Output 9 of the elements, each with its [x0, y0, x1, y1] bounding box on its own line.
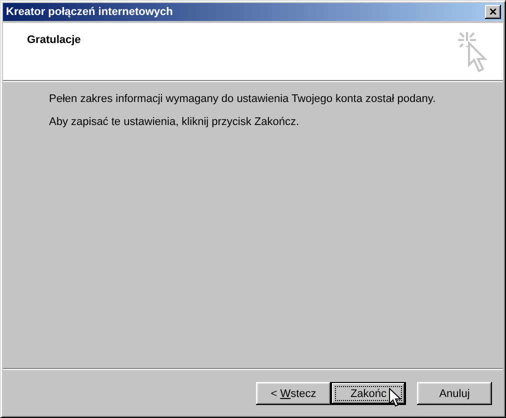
close-button[interactable]: ×: [485, 5, 501, 19]
dialog-button[interactable]: Zakońc: [331, 382, 406, 405]
page-title: Gratulacje: [27, 34, 81, 48]
info-text: Pełen zakres informacji wymagany do ustawienia Twojego konta został podany.: [49, 93, 437, 105]
dialog-button[interactable]: < Wstecz: [256, 382, 331, 405]
mouse-cursor-icon: [389, 388, 401, 407]
window-title: Kreator połączeń internetowych: [6, 6, 173, 18]
dialog-button[interactable]: Anuluj: [417, 382, 492, 405]
info-text: Aby zapisać te ustawienia, kliknij przycisk Zakończ.: [49, 116, 300, 128]
